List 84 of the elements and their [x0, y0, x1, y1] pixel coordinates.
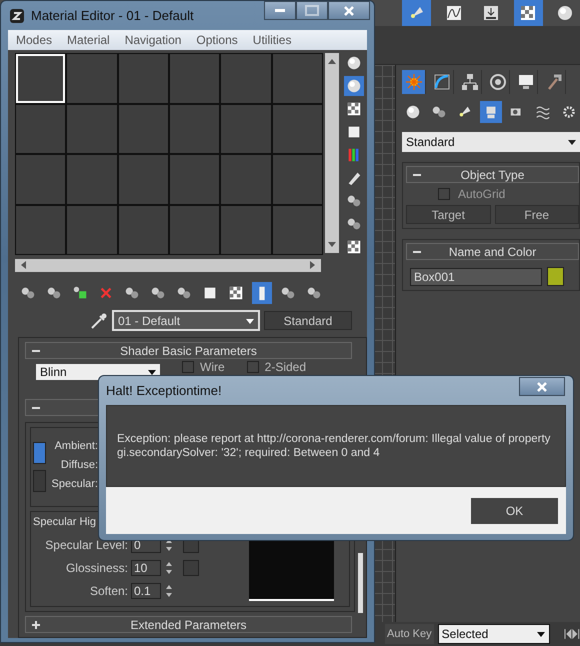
waves-icon: [535, 104, 551, 120]
cube-icon: [72, 285, 88, 301]
menu-item[interactable]: Options: [196, 33, 238, 47]
sphere-icon: [556, 4, 574, 22]
spheres-icon: [346, 216, 362, 232]
spheres-icon: [280, 285, 296, 301]
checkbox-label: Wire: [200, 360, 225, 374]
material-name-dropdown[interactable]: 01 - Default: [112, 310, 260, 331]
maximize-button[interactable]: [296, 1, 328, 20]
spheres-icon: [431, 104, 447, 120]
spheres-icon: [46, 285, 62, 301]
lock-button[interactable]: [33, 442, 46, 464]
checker-icon: [346, 239, 362, 255]
close-icon: [536, 382, 548, 392]
sphere-icon: [405, 104, 421, 120]
object-name-field[interactable]: Box001: [410, 268, 542, 286]
rollout-header[interactable]: Name and Color: [406, 243, 579, 260]
sun-icon: [404, 73, 422, 91]
menu-item[interactable]: Modes: [16, 33, 52, 47]
disc-icon: [488, 73, 506, 91]
color-label: Specular:: [52, 478, 98, 490]
menu-item[interactable]: Material: [67, 33, 110, 47]
curve-icon: [432, 73, 450, 91]
spheres-icon: [150, 285, 166, 301]
spinner-label: Glossiness:: [64, 561, 128, 575]
minimize-button[interactable]: [264, 1, 296, 20]
rollout-header[interactable]: Object Type: [406, 166, 579, 183]
option-checkbox[interactable]: [246, 361, 259, 373]
toolbar-button[interactable]: [514, 0, 543, 26]
material-slot[interactable]: [16, 54, 66, 102]
menu-item[interactable]: Utilities: [252, 33, 292, 47]
close-button[interactable]: [328, 1, 370, 20]
group-title: Specular Hig: [33, 516, 96, 528]
sphere-icon: [346, 55, 362, 71]
spheres-icon: [176, 285, 192, 301]
spheres-icon: [346, 193, 362, 209]
auto-key-button[interactable]: Auto Key: [385, 624, 434, 644]
spheres-icon: [306, 285, 322, 301]
color-label: Ambient:: [54, 440, 98, 452]
close-button[interactable]: [519, 377, 565, 396]
window-title: Material Editor - 01 - Default: [31, 8, 194, 23]
color-label: Diffuse:: [60, 459, 98, 471]
checker-icon: [519, 4, 538, 22]
ok-button[interactable]: OK: [471, 498, 558, 524]
object-class-dropdown[interactable]: Standard: [402, 132, 580, 152]
menu-item[interactable]: Navigation: [124, 33, 182, 47]
option-checkbox[interactable]: [182, 361, 194, 373]
material-type-button[interactable]: Standard: [264, 311, 352, 330]
graph-icon: [444, 4, 463, 22]
app-logo-icon: [9, 8, 25, 24]
delete-icon: [98, 285, 114, 301]
spinner-field[interactable]: 10: [131, 560, 161, 576]
error-message: Exception: please report at http://corona-renderer.com/forum: Illegal value of property gi.secondarySolver: '32'; required: Between 0 and 4: [117, 432, 552, 460]
checkbox-label: AutoGrid: [458, 187, 506, 201]
key-filter-icon[interactable]: [564, 628, 580, 640]
sphere-icon: [346, 78, 362, 94]
eyedropper-icon[interactable]: [90, 312, 108, 330]
spheres-icon: [124, 285, 140, 301]
tool-button[interactable]: [344, 76, 364, 96]
panel-scrollbar[interactable]: [358, 553, 363, 613]
close-icon: [343, 6, 355, 16]
spheres-icon: [20, 285, 36, 301]
spinner-label: Specular Level:: [44, 538, 128, 552]
checker-icon: [228, 285, 244, 301]
selection-dropdown[interactable]: Selected: [438, 624, 550, 644]
object-type-button[interactable]: Target: [406, 205, 490, 224]
horizontal-scrollbar[interactable]: [15, 259, 321, 272]
autogrid-checkbox[interactable]: [438, 188, 450, 200]
monitor-icon: [516, 73, 534, 91]
spinner-label: Soften:: [88, 584, 128, 598]
square-icon: [202, 285, 218, 301]
object-type-button[interactable]: Free: [494, 205, 579, 224]
dialog-title: Halt! Exceptiontime!: [106, 383, 222, 398]
rollout-header[interactable]: Shader Basic Parameters: [25, 342, 352, 359]
checker-icon: [346, 101, 362, 117]
panel-tab[interactable]: [402, 70, 426, 94]
checkbox-label: 2-Sided: [264, 360, 306, 374]
rollout-header[interactable]: Extended Parameters: [25, 616, 352, 633]
vertical-scrollbar[interactable]: [325, 53, 339, 253]
hierarchy-icon: [460, 73, 478, 91]
color-swatch[interactable]: [547, 267, 564, 286]
pencil-icon: [346, 170, 362, 186]
spinner-field[interactable]: 0.1: [131, 583, 161, 599]
square-icon: [346, 124, 362, 140]
